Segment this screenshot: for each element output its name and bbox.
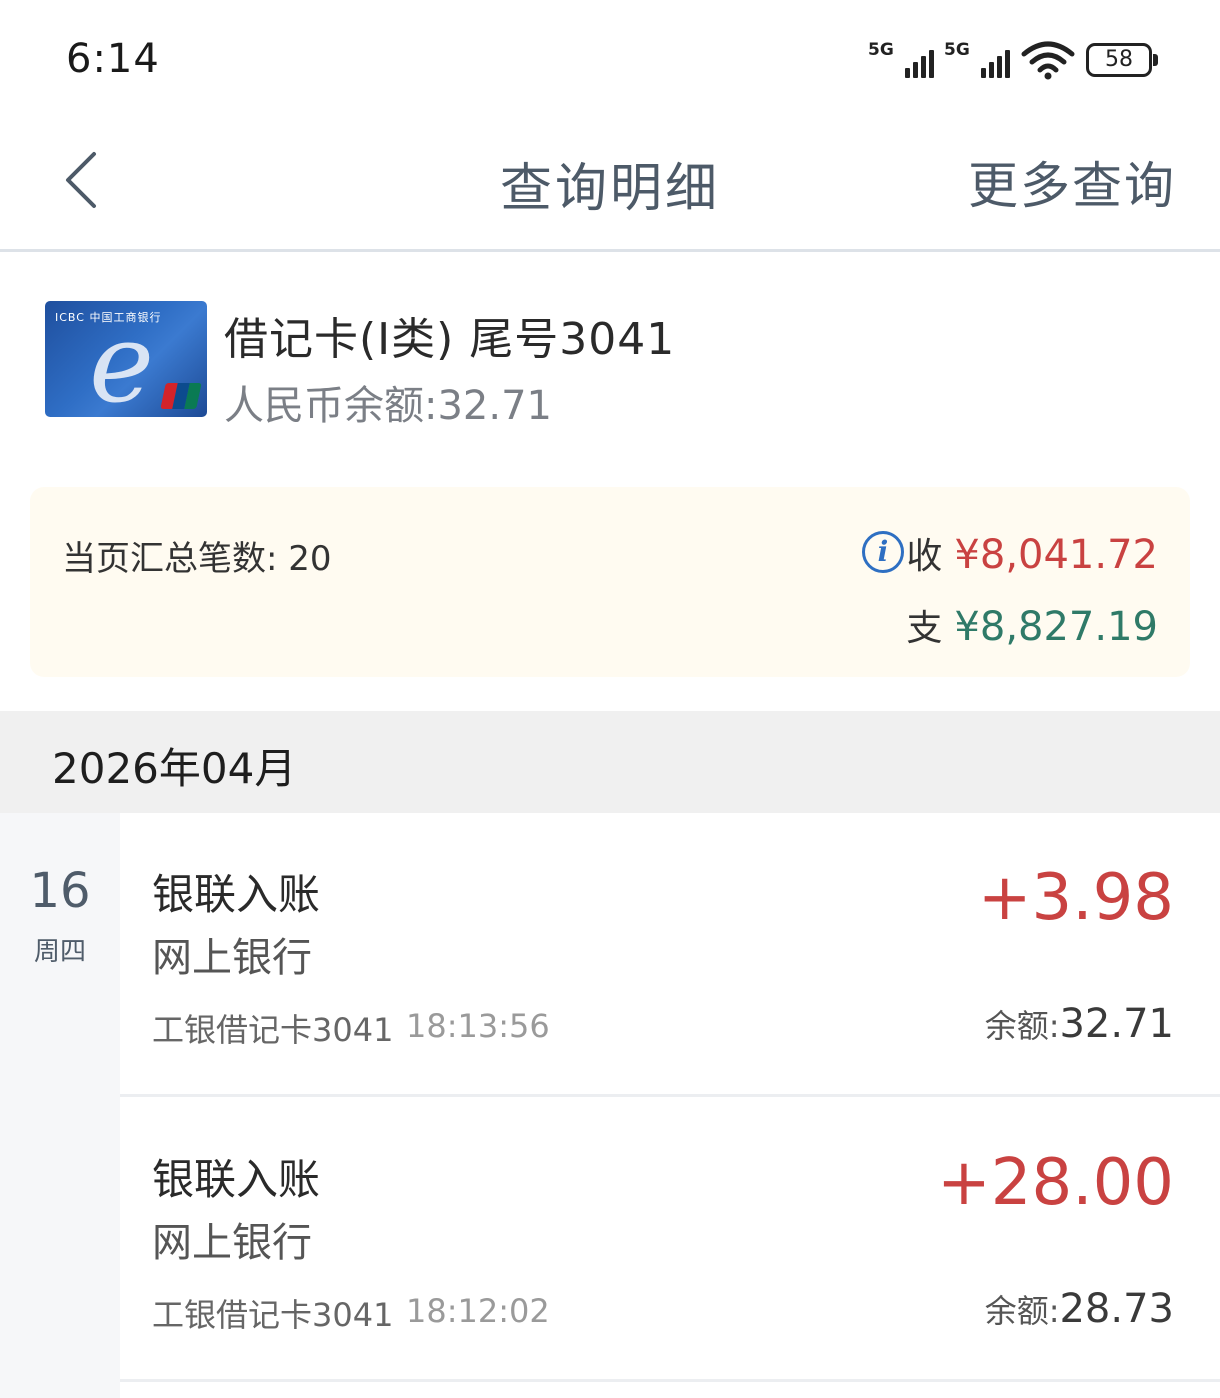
balance-value: 28.73 — [1059, 1286, 1174, 1332]
card-title: 借记卡(I类) 尾号3041 — [224, 314, 676, 365]
nav-header: 查询明细 更多查询 — [0, 120, 1220, 252]
battery-level: 58 — [1086, 43, 1152, 77]
month-header: 2026年04月 — [0, 711, 1220, 813]
summary-income: 收 ¥8,041.72 — [906, 527, 1158, 579]
account-card-info[interactable]: ICBC 中国工商银行 e 借记卡(I类) 尾号3041 人民币余额:32.71 — [0, 255, 1220, 475]
transaction-card: 工银借记卡3041 — [152, 1011, 394, 1049]
status-bar: 6:14 5G 5G 58 — [0, 0, 1220, 120]
transaction-card: 工银借记卡3041 — [152, 1296, 394, 1334]
transaction-time: 18:12:02 — [406, 1292, 550, 1330]
transaction-amount: +28.00 — [937, 1146, 1174, 1220]
transaction-item[interactable]: 银联入账 网上银行 工银借记卡3041 18:13:56 +3.98 余额: 3… — [120, 813, 1220, 1097]
date-group: 16 周四 — [0, 813, 120, 1398]
wifi-icon — [1021, 41, 1075, 80]
card-balance: 人民币余额:32.71 — [224, 383, 552, 429]
expense-label: 支 — [906, 608, 943, 649]
balance-label: 余额: — [984, 1292, 1060, 1330]
transaction-amount: +3.98 — [977, 861, 1174, 935]
page-summary: 当页汇总笔数: 20 i 收 ¥8,041.72 支 ¥8,827.19 — [30, 487, 1190, 677]
unionpay-logo — [160, 383, 202, 409]
network-type-label: 5G — [944, 40, 970, 60]
more-query-link[interactable]: 更多查询 — [968, 146, 1176, 218]
transaction-balance: 余额: 32.71 — [985, 1001, 1174, 1047]
date-day: 16 — [29, 863, 91, 919]
income-label: 收 — [906, 536, 943, 577]
transaction-item[interactable]: 银联入账 网上银行 工银借记卡3041 18:12:02 +28.00 余额: … — [120, 1098, 1220, 1382]
summary-expense: 支 ¥8,827.19 — [906, 599, 1158, 651]
status-icons: 5G 5G 58 — [868, 38, 1158, 82]
expense-amount: ¥8,827.19 — [954, 604, 1158, 650]
month-label: 2026年04月 — [52, 744, 297, 793]
cellular-signal-icon: 5G — [868, 40, 934, 80]
cellular-signal-icon: 5G — [944, 40, 1010, 80]
card-e-logo: e — [89, 301, 155, 417]
balance-label: 余额: — [984, 1007, 1060, 1045]
transaction-balance: 余额: 28.73 — [985, 1286, 1174, 1332]
transaction-channel: 网上银行 — [152, 1220, 312, 1266]
date-weekday: 周四 — [33, 937, 86, 967]
transaction-type: 银联入账 — [152, 1155, 321, 1204]
network-type-label: 5G — [868, 40, 894, 60]
transaction-time: 18:13:56 — [406, 1007, 550, 1045]
income-amount: ¥8,041.72 — [954, 532, 1158, 578]
status-time: 6:14 — [66, 36, 160, 82]
battery-icon: 58 — [1086, 43, 1158, 77]
debit-card-image: ICBC 中国工商银行 e — [45, 301, 207, 417]
transaction-type: 银联入账 — [152, 870, 321, 919]
balance-value: 32.71 — [1059, 1001, 1174, 1047]
info-icon[interactable]: i — [862, 531, 904, 573]
summary-count: 当页汇总笔数: 20 — [62, 539, 332, 579]
transaction-channel: 网上银行 — [152, 935, 312, 981]
